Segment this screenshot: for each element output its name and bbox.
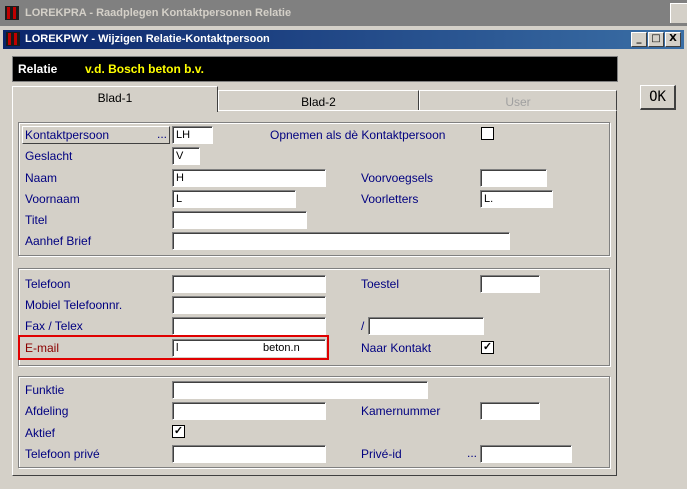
naar-kontakt-label: Naar Kontakt xyxy=(361,341,432,355)
kamernummer-field[interactable] xyxy=(480,402,540,420)
toestel-field[interactable] xyxy=(480,275,540,293)
voorletters-label: Voorletters xyxy=(361,192,419,206)
aanhef-field[interactable] xyxy=(172,232,510,250)
geslacht-label: Geslacht xyxy=(25,149,73,163)
titel-label: Titel xyxy=(25,213,48,227)
fax-slash: / xyxy=(361,319,365,333)
naam-field[interactable]: H xyxy=(172,169,326,187)
afdeling-field[interactable] xyxy=(172,402,326,420)
titel-field[interactable] xyxy=(172,211,307,229)
afdeling-label: Afdeling xyxy=(25,404,69,418)
telefoon-prive-label: Telefoon privé xyxy=(25,447,100,461)
mobiel-field[interactable] xyxy=(172,296,326,314)
fax-field[interactable] xyxy=(172,317,326,335)
prive-id-label: Privé-id xyxy=(361,447,402,461)
voorvoegsels-field[interactable] xyxy=(480,169,547,187)
voornaam-label: Voornaam xyxy=(25,192,80,206)
lookup-dots-icon: ... xyxy=(156,127,167,141)
kontaktpersoon-lookup-button[interactable]: Kontaktpersoon ... xyxy=(22,126,170,144)
voorletters-field[interactable]: L. xyxy=(480,190,553,208)
fax-label: Fax / Telex xyxy=(25,319,83,333)
kontaktpersoon-field[interactable]: LH xyxy=(172,126,213,144)
opnemen-label: Opnemen als dè Kontaktpersoon xyxy=(270,128,446,142)
prive-id-lookup-icon[interactable]: ... xyxy=(467,446,477,460)
aanhef-label: Aanhef Brief xyxy=(25,234,92,248)
telefoon-field[interactable] xyxy=(172,275,326,293)
opnemen-checkbox[interactable] xyxy=(481,127,494,140)
funktie-label: Funktie xyxy=(25,383,65,397)
naar-kontakt-checkbox[interactable]: ✓ xyxy=(481,341,494,354)
voorvoegsels-label: Voorvoegsels xyxy=(361,171,434,185)
prive-id-field[interactable] xyxy=(480,445,572,463)
aktief-checkbox[interactable]: ✓ xyxy=(172,425,185,438)
aktief-label: Aktief xyxy=(25,426,56,440)
naam-label: Naam xyxy=(25,171,58,185)
telex-field[interactable] xyxy=(368,317,484,335)
telefoon-label: Telefoon xyxy=(25,277,71,291)
toestel-label: Toestel xyxy=(361,277,400,291)
kontaktpersoon-label: Kontaktpersoon xyxy=(25,128,110,142)
telefoon-prive-field[interactable] xyxy=(172,445,326,463)
mobiel-label: Mobiel Telefoonnr. xyxy=(25,298,123,312)
kamernummer-label: Kamernummer xyxy=(361,404,441,418)
funktie-field[interactable] xyxy=(172,381,428,399)
voornaam-field[interactable]: L xyxy=(172,190,296,208)
geslacht-field[interactable]: V xyxy=(172,147,200,165)
email-highlight-box xyxy=(18,335,329,360)
